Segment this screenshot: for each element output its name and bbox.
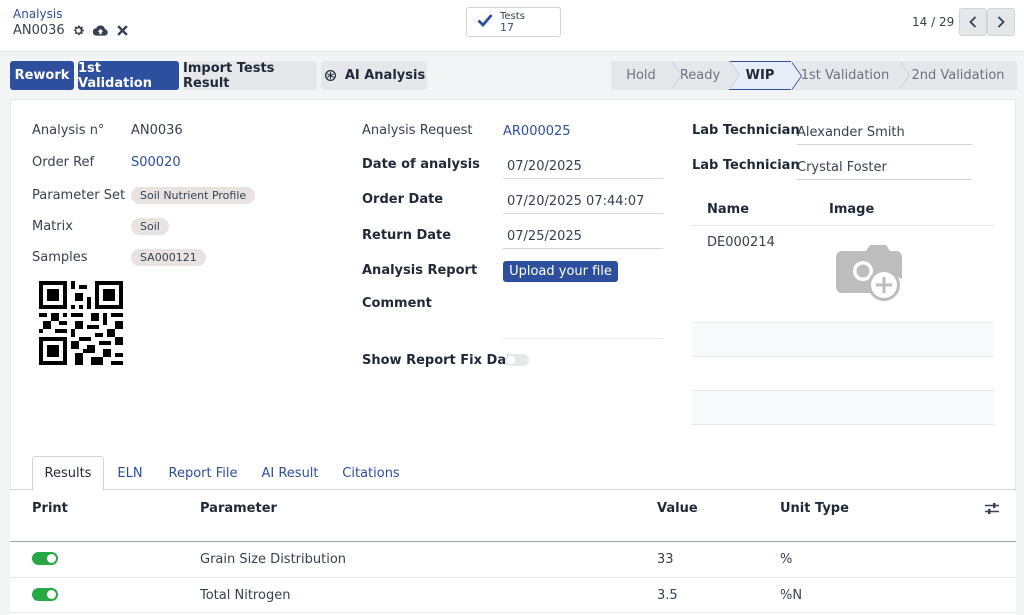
order-date-label: Order Date bbox=[362, 192, 444, 207]
tests-count: 17 bbox=[500, 21, 514, 34]
status-bar: Hold Ready WIP 1st Validation 2nd Valida… bbox=[611, 61, 1017, 90]
show-report-fix-toggle[interactable] bbox=[505, 354, 529, 366]
table-row-divider bbox=[10, 577, 1016, 578]
stage-label: WIP bbox=[745, 68, 775, 83]
equipment-header-image[interactable]: Image bbox=[829, 202, 874, 217]
breadcrumb: AN0036 bbox=[13, 22, 131, 38]
lab-technician-label-1: Lab Technician bbox=[692, 123, 800, 138]
order-ref-label: Order Ref bbox=[32, 155, 95, 170]
stage-label: 1st Validation bbox=[800, 68, 890, 83]
stage-second-validation[interactable]: 2nd Validation bbox=[899, 61, 1017, 90]
optional-columns-icon[interactable] bbox=[985, 502, 999, 519]
analysis-request-link[interactable]: AR000025 bbox=[503, 124, 571, 139]
first-validation-button[interactable]: 1st Validation bbox=[78, 61, 179, 91]
check-icon bbox=[477, 13, 493, 31]
notebook-tabs: Results ELN Report File AI Result Citati… bbox=[10, 456, 1016, 491]
qr-code-image bbox=[39, 281, 123, 365]
results-header-value[interactable]: Value bbox=[657, 501, 698, 516]
discard-icon[interactable] bbox=[115, 22, 131, 38]
tab-report-file[interactable]: Report File bbox=[166, 456, 240, 490]
comment-field[interactable] bbox=[503, 338, 663, 339]
table-row-divider bbox=[10, 612, 1016, 613]
result-value[interactable]: 33 bbox=[657, 552, 674, 567]
date-of-analysis-label: Date of analysis bbox=[362, 157, 480, 172]
print-toggle[interactable] bbox=[32, 552, 58, 565]
order-ref-link[interactable]: S00020 bbox=[131, 155, 181, 170]
openai-icon bbox=[323, 68, 339, 84]
upload-file-button[interactable]: Upload your file bbox=[503, 261, 618, 282]
lab-technician-field-1[interactable]: Alexander Smith bbox=[797, 125, 972, 145]
samples-label: Samples bbox=[32, 250, 88, 265]
lab-technician-label-2: Lab Technician bbox=[692, 158, 800, 173]
table-header-divider bbox=[10, 541, 1016, 542]
stage-label: 2nd Validation bbox=[911, 68, 1005, 83]
analysis-request-label: Analysis Request bbox=[362, 123, 473, 138]
tab-citations[interactable]: Citations bbox=[340, 456, 402, 490]
tab-eln[interactable]: ELN bbox=[112, 456, 148, 490]
equipment-row-name[interactable]: DE000214 bbox=[707, 235, 775, 250]
empty-row bbox=[692, 391, 994, 424]
table-divider bbox=[692, 225, 994, 226]
control-panel: Analysis AN0036 Tests 17 14 / 29 bbox=[0, 0, 1024, 52]
empty-row bbox=[692, 323, 994, 356]
tab-results[interactable]: Results bbox=[32, 456, 104, 491]
result-unit[interactable]: % bbox=[780, 552, 792, 567]
date-of-analysis-field[interactable]: 07/20/2025 bbox=[503, 159, 663, 179]
tests-smart-button[interactable]: Tests 17 bbox=[466, 7, 561, 37]
table-divider bbox=[692, 356, 994, 357]
gear-icon[interactable] bbox=[71, 22, 87, 38]
stage-label: Ready bbox=[679, 68, 721, 83]
results-header-unit[interactable]: Unit Type bbox=[780, 501, 849, 516]
analysis-report-label: Analysis Report bbox=[362, 263, 478, 278]
comment-label: Comment bbox=[362, 296, 432, 311]
analysis-no-label: Analysis n° bbox=[32, 123, 105, 138]
result-value[interactable]: 3.5 bbox=[657, 588, 678, 603]
pager-value[interactable]: 14 / 29 bbox=[912, 15, 954, 29]
result-parameter[interactable]: Total Nitrogen bbox=[200, 588, 290, 603]
results-header-print[interactable]: Print bbox=[32, 501, 68, 516]
return-date-field[interactable]: 07/25/2025 bbox=[503, 229, 663, 249]
chevron-right-icon bbox=[997, 16, 1005, 28]
tab-ai-result[interactable]: AI Result bbox=[258, 456, 322, 490]
stage-first-validation[interactable]: 1st Validation bbox=[791, 61, 910, 90]
matrix-tag[interactable]: Soil bbox=[131, 218, 169, 235]
equipment-header-name[interactable]: Name bbox=[707, 202, 749, 217]
camera-add-icon[interactable] bbox=[836, 245, 904, 307]
parameter-set-tag[interactable]: Soil Nutrient Profile bbox=[131, 187, 256, 204]
result-unit[interactable]: %N bbox=[780, 588, 802, 603]
results-table bbox=[10, 491, 1016, 615]
import-tests-result-button[interactable]: Import Tests Result bbox=[183, 61, 317, 91]
lab-technician-field-2[interactable]: Crystal Foster bbox=[797, 160, 972, 180]
show-report-fix-label: Show Report Fix Data bbox=[362, 353, 522, 368]
result-parameter[interactable]: Grain Size Distribution bbox=[200, 552, 346, 567]
return-date-label: Return Date bbox=[362, 228, 452, 243]
cloud-upload-icon[interactable] bbox=[93, 22, 109, 38]
table-divider bbox=[692, 424, 994, 425]
results-header-parameter[interactable]: Parameter bbox=[200, 501, 277, 516]
breadcrumb-parent-link[interactable]: Analysis bbox=[13, 7, 62, 21]
pager-next-button[interactable] bbox=[987, 8, 1015, 36]
pager-previous-button[interactable] bbox=[959, 8, 987, 36]
chevron-left-icon bbox=[969, 16, 977, 28]
breadcrumb-record: AN0036 bbox=[13, 22, 65, 38]
rework-button[interactable]: Rework bbox=[10, 61, 74, 90]
parameter-set-label: Parameter Set bbox=[32, 188, 126, 203]
ai-analysis-label: AI Analysis bbox=[344, 68, 426, 83]
stage-hold[interactable]: Hold bbox=[611, 61, 682, 90]
samples-tag[interactable]: SA000121 bbox=[131, 249, 206, 266]
order-date-field[interactable]: 07/20/2025 07:44:07 bbox=[503, 194, 663, 214]
matrix-label: Matrix bbox=[32, 219, 73, 234]
stage-label: Hold bbox=[626, 68, 656, 83]
analysis-no-value: AN0036 bbox=[131, 123, 183, 138]
print-toggle[interactable] bbox=[32, 588, 58, 601]
ai-analysis-button[interactable]: AI Analysis bbox=[321, 61, 427, 90]
